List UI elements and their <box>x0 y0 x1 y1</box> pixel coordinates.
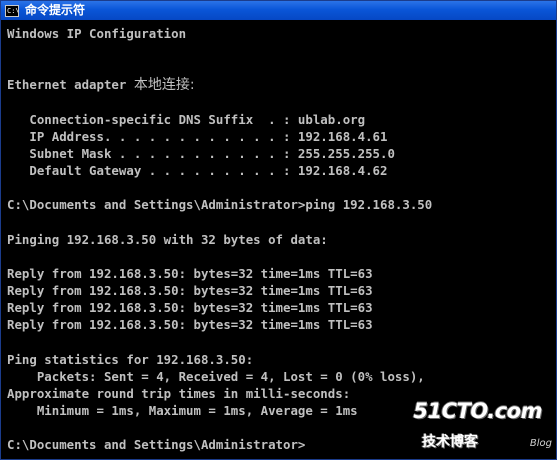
console-line: Reply from 192.168.3.50: bytes=32 time=1… <box>7 316 547 333</box>
watermark-main-text: 51CTO.com <box>413 399 542 423</box>
console-line: Pinging 192.168.3.50 with 32 bytes of da… <box>7 231 547 248</box>
watermark-sub-text: 技术博客 <box>422 434 478 450</box>
adapter-name: 本地连接: <box>133 77 195 94</box>
console-line: Ethernet adapter 本地连接: <box>7 76 547 93</box>
console-line: Ping statistics for 192.168.3.50: <box>7 351 547 368</box>
console-line-text: IP Address. . . . . . . . . . . . : 192.… <box>7 128 388 144</box>
title-bar[interactable]: C:\ 命令提示符 <box>1 1 556 20</box>
console-line-text: Reply from 192.168.3.50: bytes=32 time=1… <box>7 283 373 299</box>
console-line: Reply from 192.168.3.50: bytes=32 time=1… <box>7 299 547 316</box>
command-prompt-window[interactable]: C:\ 命令提示符 Windows IP Configuration Ethern… <box>0 0 557 460</box>
console-line-text: Pinging 192.168.3.50 with 32 bytes of da… <box>7 231 328 247</box>
cmd-icon: C:\ <box>5 4 19 17</box>
console-line-text: Packets: Sent = 4, Received = 4, Lost = … <box>7 368 425 384</box>
console-line-text: Ping statistics for 192.168.3.50: <box>7 351 254 367</box>
console-line: Reply from 192.168.3.50: bytes=32 time=1… <box>7 282 547 299</box>
console-line: Windows IP Configuration <box>7 25 547 42</box>
console-line: C:\Documents and Settings\Administrator>… <box>7 196 547 213</box>
console-line-text: Approximate round trip times in milli-se… <box>7 385 351 401</box>
console-line-text: Reply from 192.168.3.50: bytes=32 time=1… <box>7 317 373 333</box>
console-line-text: C:\Documents and Settings\Administrator>… <box>7 197 433 213</box>
watermark-logo: 51CTO.com 技术博客 Blog <box>413 399 552 451</box>
console-line: Connection-specific DNS Suffix . : ublab… <box>7 111 547 128</box>
console-line-text: Windows IP Configuration <box>7 26 187 41</box>
window-title: 命令提示符 <box>25 3 86 17</box>
console-line: Subnet Mask . . . . . . . . . . . : 255.… <box>7 145 547 162</box>
console-line: Default Gateway . . . . . . . . . : 192.… <box>7 162 547 179</box>
watermark-blog-text: Blog <box>529 438 552 449</box>
console-line-text: Ethernet adapter <box>7 77 134 93</box>
console-output[interactable]: Windows IP Configuration Ethernet adapter… <box>7 25 547 454</box>
console-line: Packets: Sent = 4, Received = 4, Lost = … <box>7 368 547 385</box>
console-line-text: Reply from 192.168.3.50: bytes=32 time=1… <box>7 265 373 281</box>
console-line-text: Reply from 192.168.3.50: bytes=32 time=1… <box>7 300 373 316</box>
console-line-text: Subnet Mask . . . . . . . . . . . : 255.… <box>7 145 395 161</box>
console-line-text: Default Gateway . . . . . . . . . : 192.… <box>7 163 388 179</box>
console-line-text: Minimum = 1ms, Maximum = 1ms, Average = … <box>7 403 358 419</box>
console-line-text: C:\Documents and Settings\Administrator> <box>7 437 306 453</box>
console-line: Reply from 192.168.3.50: bytes=32 time=1… <box>7 265 547 282</box>
console-line-text: Connection-specific DNS Suffix . : ublab… <box>7 111 366 127</box>
console-line: IP Address. . . . . . . . . . . . : 192.… <box>7 128 547 145</box>
